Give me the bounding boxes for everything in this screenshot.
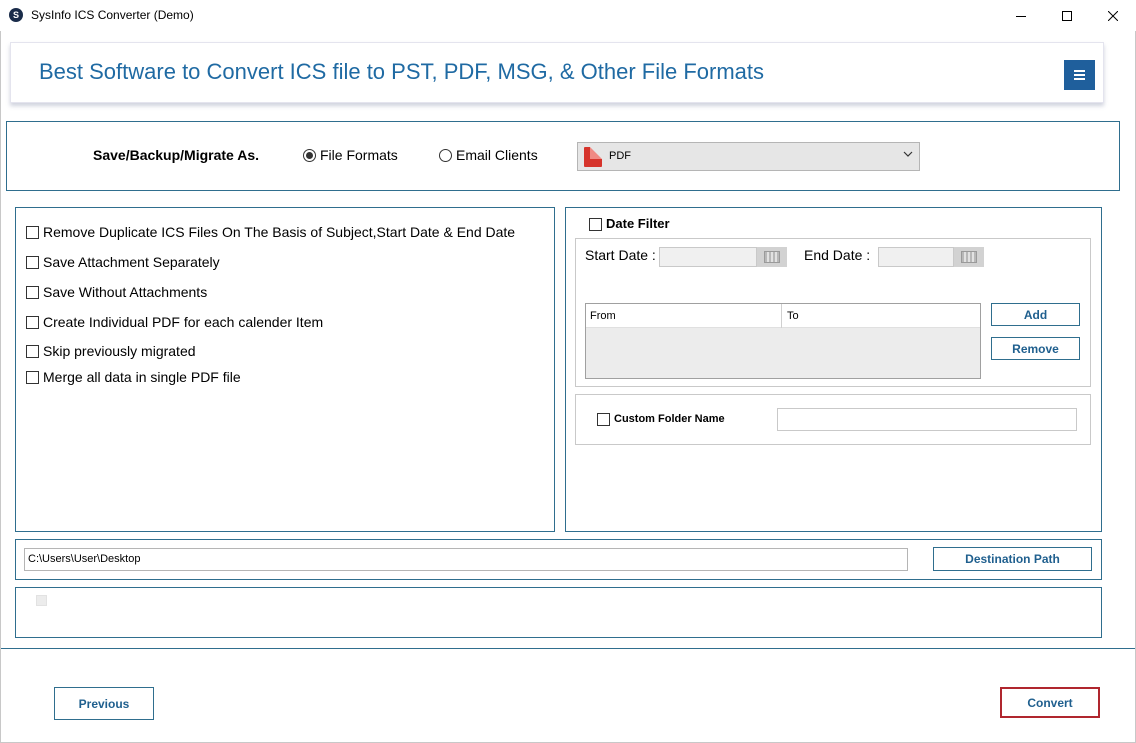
option-label: Create Individual PDF for each calender … [43,314,324,330]
start-date-input[interactable] [659,247,757,267]
date-filter-box: Start Date : End Date : From To Add Remo… [575,238,1091,387]
checkbox-create-individual-pdf[interactable] [26,316,39,329]
checkbox-save-without-attachments[interactable] [26,286,39,299]
minimize-icon [1016,15,1026,17]
close-icon [1108,10,1118,21]
add-button[interactable]: Add [991,303,1080,326]
option-label: Save Attachment Separately [43,254,220,270]
radio-email-clients-circle[interactable] [439,149,452,162]
chevron-down-icon [903,151,913,157]
checkbox-skip-previously-migrated[interactable] [26,345,39,358]
status-panel [15,587,1102,638]
save-as-label: Save/Backup/Migrate As. [93,147,259,163]
checkbox-merge-single-pdf[interactable] [26,371,39,384]
hamburger-icon [1074,70,1085,72]
end-date-calendar-button[interactable] [954,247,984,267]
radio-file-formats-circle[interactable] [303,149,316,162]
header-banner: Best Software to Convert ICS file to PST… [10,42,1104,103]
start-date-label: Start Date : [585,247,656,263]
option-label: Merge all data in single PDF file [43,369,241,385]
column-from: From [590,310,616,322]
filter-panel: Date Filter Start Date : End Date : From… [565,207,1102,532]
checkbox-remove-duplicate[interactable] [26,226,39,239]
column-to: To [787,310,799,322]
destination-panel: C:\Users\User\Desktop Destination Path [15,539,1102,580]
header-title: Best Software to Convert ICS file to PST… [39,59,765,84]
window-title: SysInfo ICS Converter (Demo) [31,8,194,22]
minimize-button[interactable] [998,0,1044,31]
date-range-table[interactable]: From To [585,303,981,379]
pdf-file-icon [584,147,602,167]
radio-file-formats-label: File Formats [320,147,398,163]
save-as-panel: Save/Backup/Migrate As. File Formats Ema… [6,121,1120,191]
format-dropdown[interactable]: PDF [577,142,920,171]
option-label: Remove Duplicate ICS Files On The Basis … [43,224,516,240]
title-bar: SysInfo ICS Converter (Demo) [0,0,1136,31]
custom-folder-box: Custom Folder Name [575,394,1091,445]
destination-path-input[interactable]: C:\Users\User\Desktop [24,548,908,571]
calendar-icon [961,251,977,263]
checkbox-date-filter[interactable] [589,218,602,231]
previous-button[interactable]: Previous [54,687,154,720]
status-checkbox [36,595,47,606]
footer-divider [1,648,1135,649]
end-date-input[interactable] [878,247,954,267]
checkbox-save-attachment-separately[interactable] [26,256,39,269]
radio-email-clients-label: Email Clients [456,147,538,163]
checkbox-custom-folder[interactable] [597,413,610,426]
options-panel: Remove Duplicate ICS Files On The Basis … [15,207,555,532]
custom-folder-input[interactable] [777,408,1077,431]
start-date-calendar-button[interactable] [757,247,787,267]
end-date-label: End Date : [804,247,871,263]
convert-button[interactable]: Convert [1000,687,1100,718]
close-button[interactable] [1090,0,1136,31]
format-selected-value: PDF [609,150,631,162]
option-label: Skip previously migrated [43,343,196,359]
remove-button[interactable]: Remove [991,337,1080,360]
option-label: Save Without Attachments [43,284,208,300]
menu-button[interactable] [1064,60,1095,90]
date-filter-label: Date Filter [606,216,670,231]
app-logo-icon [9,8,23,22]
custom-folder-label: Custom Folder Name [614,413,725,425]
maximize-icon [1062,10,1072,21]
calendar-icon [764,251,780,263]
destination-path-button[interactable]: Destination Path [933,547,1092,571]
date-range-table-header: From To [586,304,980,328]
maximize-button[interactable] [1044,0,1090,31]
